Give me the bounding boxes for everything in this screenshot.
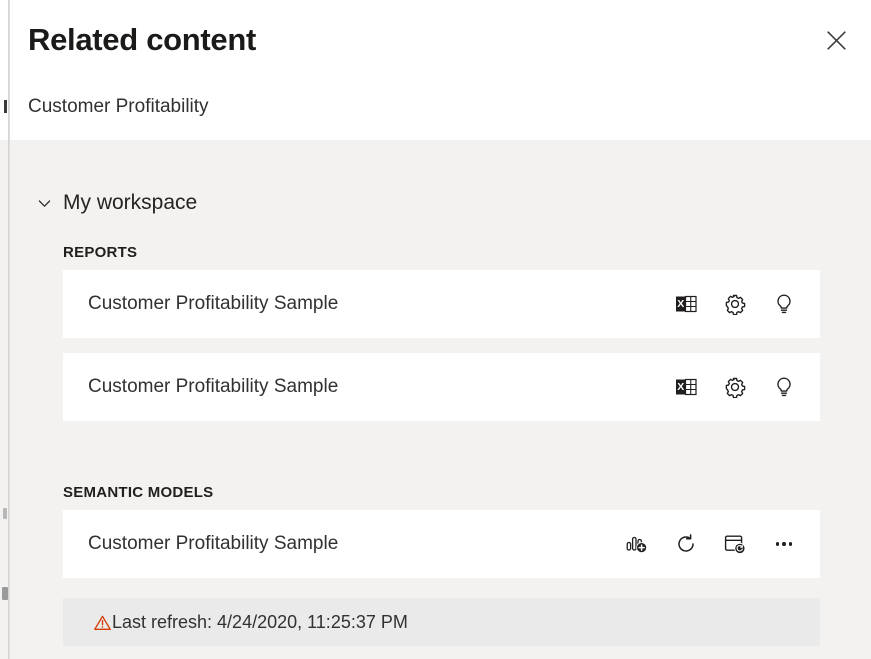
background-sliver-mark-mid	[3, 508, 7, 519]
analyze-in-excel-button[interactable]: X	[672, 290, 700, 318]
refresh-now-button[interactable]	[672, 530, 700, 558]
lightbulb-icon	[773, 293, 795, 315]
svg-text:X: X	[677, 381, 684, 393]
settings-button[interactable]	[721, 290, 749, 318]
create-report-button[interactable]	[623, 530, 651, 558]
workspace-name: My workspace	[63, 191, 197, 215]
report-name: Customer Profitability Sample	[88, 293, 338, 315]
page-title: Related content	[28, 22, 256, 58]
list-item[interactable]: Customer Profitability Sample X	[63, 270, 820, 338]
settings-button[interactable]	[721, 373, 749, 401]
more-options-icon	[776, 542, 793, 546]
semantic-model-actions	[623, 530, 798, 558]
report-name: Customer Profitability Sample	[88, 376, 338, 398]
report-actions: X	[672, 373, 798, 401]
excel-icon: X	[675, 293, 697, 315]
background-sliver-mark-low	[2, 587, 8, 600]
analyze-in-excel-button[interactable]: X	[672, 373, 700, 401]
section-heading-reports: REPORTS	[63, 244, 137, 261]
background-sliver-lower	[0, 140, 8, 659]
workspace-expander[interactable]: My workspace	[36, 188, 197, 218]
panel-body: My workspace REPORTS Customer Profitabil…	[10, 140, 871, 659]
semantic-model-name: Customer Profitability Sample	[88, 533, 338, 555]
create-report-icon	[626, 533, 648, 555]
excel-icon: X	[675, 376, 697, 398]
section-heading-semantic-models: SEMANTIC MODELS	[63, 484, 213, 501]
refresh-icon	[675, 533, 697, 555]
close-button[interactable]	[818, 22, 854, 58]
last-refresh-status-row: Last refresh: 4/24/2020, 11:25:37 PM	[63, 598, 820, 646]
background-sliver-mark-top	[4, 100, 7, 113]
warning-icon	[94, 614, 111, 631]
quick-insights-button[interactable]	[770, 290, 798, 318]
svg-text:X: X	[677, 298, 684, 310]
last-refresh-text: Last refresh: 4/24/2020, 11:25:37 PM	[112, 612, 408, 633]
report-actions: X	[672, 290, 798, 318]
panel-header: Related content Customer Profitability	[10, 0, 871, 140]
panel-subtitle: Customer Profitability	[28, 96, 209, 118]
more-options-button[interactable]	[770, 530, 798, 558]
schedule-refresh-icon	[724, 533, 746, 555]
close-icon	[826, 30, 847, 51]
chevron-down-icon	[36, 194, 54, 212]
background-page-sliver	[0, 0, 8, 659]
list-item[interactable]: Customer Profitability Sample X	[63, 353, 820, 421]
gear-icon	[724, 376, 746, 398]
gear-icon	[724, 293, 746, 315]
quick-insights-button[interactable]	[770, 373, 798, 401]
list-item[interactable]: Customer Profitability Sample	[63, 510, 820, 578]
last-refresh-status: Last refresh: 4/24/2020, 11:25:37 PM	[94, 612, 408, 633]
schedule-refresh-button[interactable]	[721, 530, 749, 558]
related-content-panel: Related content Customer Profitability M…	[10, 0, 871, 659]
lightbulb-icon	[773, 376, 795, 398]
